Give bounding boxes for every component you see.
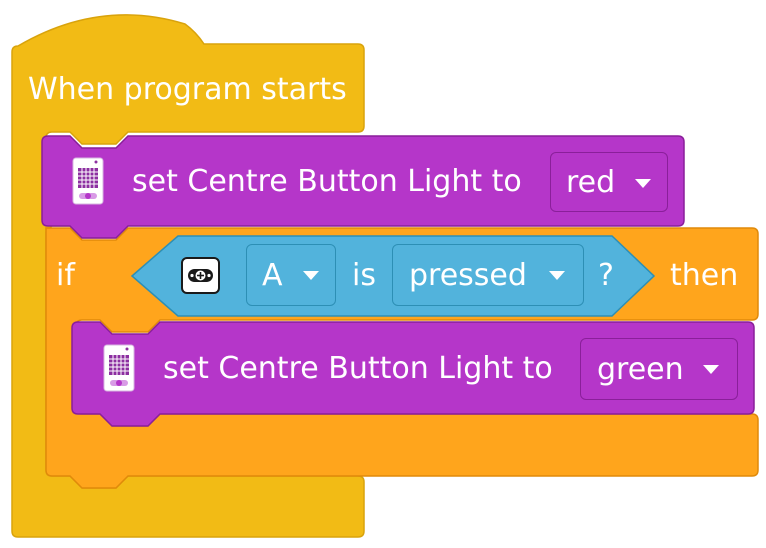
then-label: then: [670, 258, 739, 293]
button-state-dropdown[interactable]: pressed: [392, 244, 584, 306]
button-value: A: [262, 257, 283, 293]
hub-icon: [103, 344, 135, 392]
set-light-label-1: set Centre Button Light to: [132, 164, 522, 199]
if-label: if: [56, 258, 75, 293]
chevron-down-icon: [303, 271, 319, 280]
button-state-value: pressed: [409, 257, 527, 293]
chevron-down-icon: [635, 179, 651, 188]
button-selector-dropdown[interactable]: A: [246, 244, 336, 306]
light-color-dropdown-1[interactable]: red: [550, 152, 668, 212]
hub-icon: [72, 157, 104, 205]
chevron-down-icon: [549, 271, 565, 280]
chevron-down-icon: [703, 365, 719, 374]
question-mark-label: ?: [598, 258, 614, 293]
light-color-dropdown-2[interactable]: green: [580, 338, 738, 400]
set-light-label-2: set Centre Button Light to: [163, 351, 553, 386]
hat-block-label: When program starts: [28, 72, 347, 107]
is-label: is: [352, 258, 376, 293]
hub-button-icon: [181, 257, 220, 294]
light-color-value: red: [566, 164, 616, 200]
light-color-value: green: [597, 351, 684, 387]
